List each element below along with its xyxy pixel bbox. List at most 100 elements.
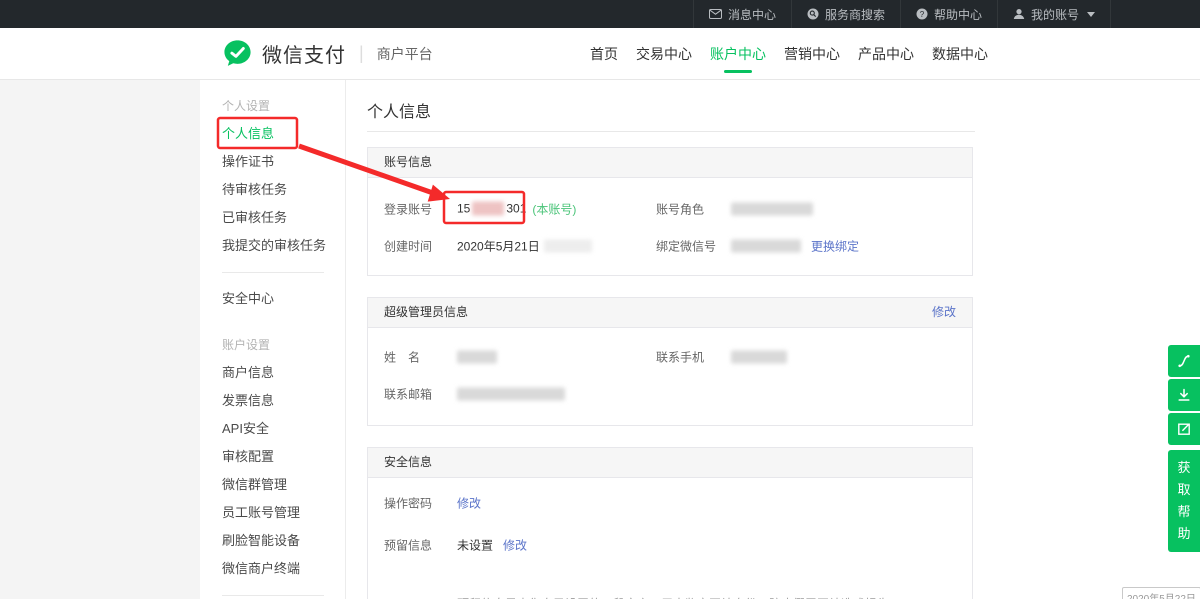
my-account-menu[interactable]: 我的账号 — [997, 0, 1111, 28]
operation-password-row: 操作密码 修改 — [368, 488, 972, 518]
brand-separator: | — [359, 43, 364, 64]
top-utility-bar: 消息中心 服务商搜索 ? 帮助中心 我的账号 — [0, 0, 1200, 28]
sidebar-header-account-settings: 账户设置 — [200, 335, 345, 355]
platform-title: 商户平台 — [377, 44, 433, 64]
chevron-down-icon — [1087, 12, 1095, 17]
change-binding-link[interactable]: 更换绑定 — [811, 237, 859, 254]
user-icon — [1013, 8, 1025, 20]
modify-reserved-info-link[interactable]: 修改 — [503, 537, 527, 554]
feedback-button[interactable] — [1168, 413, 1200, 445]
sidebar-item-pending-review-tasks[interactable]: 待审核任务 — [200, 176, 345, 204]
message-center-label: 消息中心 — [728, 6, 776, 23]
account-role-value — [731, 202, 813, 215]
tab-marketing-center[interactable]: 营销中心 — [784, 28, 840, 80]
service-provider-search-button[interactable]: 服务商搜索 — [791, 0, 900, 28]
sidebar-item-wechat-group-management[interactable]: 微信群管理 — [200, 471, 345, 499]
security-info-card-header: 安全信息 — [368, 448, 972, 478]
redacted-wechat-id — [731, 239, 801, 252]
name-label: 姓 名 — [384, 348, 420, 365]
link-icon — [1176, 353, 1192, 369]
contact-email-label: 联系邮箱 — [384, 385, 432, 402]
admin-email-row: 联系邮箱 — [368, 375, 972, 412]
top-utility-items: 消息中心 服务商搜索 ? 帮助中心 我的账号 — [693, 0, 1111, 28]
get-help-button[interactable]: 获取帮助 — [1168, 450, 1200, 552]
login-account-row: 登录账号 15301 (本账号) 账号角色 — [368, 190, 972, 227]
super-admin-card-header: 超级管理员信息 修改 — [368, 298, 972, 328]
created-time-row: 创建时间 2020年5月21日 绑定微信号 更换绑定 — [368, 227, 972, 264]
operation-password-label: 操作密码 — [384, 495, 432, 512]
help-center-label: 帮助中心 — [934, 6, 982, 23]
wechat-pay-merchant-page: 消息中心 服务商搜索 ? 帮助中心 我的账号 微信支付 — [0, 0, 1200, 599]
super-admin-title: 超级管理员信息 — [384, 298, 468, 327]
sidebar-item-face-smart-device[interactable]: 刷脸智能设备 — [200, 527, 345, 555]
brand-title: 微信支付 — [262, 39, 346, 68]
service-provider-search-label: 服务商搜索 — [825, 6, 885, 23]
svg-text:?: ? — [920, 10, 925, 19]
my-account-label: 我的账号 — [1031, 6, 1079, 23]
redacted-account-role — [731, 202, 813, 215]
redacted-created-time — [544, 239, 592, 252]
wechat-pay-logo[interactable]: 微信支付 | 商户平台 — [222, 38, 433, 69]
sidebar-item-api-security[interactable]: API安全 — [200, 415, 345, 443]
admin-name-row: 姓 名 联系手机 — [368, 338, 972, 375]
edit-icon — [1176, 421, 1192, 437]
redacted-name — [457, 350, 497, 363]
wechat-pay-bubble-icon — [222, 38, 253, 69]
get-help-label: 获取帮助 — [1177, 457, 1191, 545]
help-center-button[interactable]: ? 帮助中心 — [900, 0, 997, 28]
login-account-label: 登录账号 — [384, 200, 432, 217]
page-title: 个人信息 — [367, 98, 431, 122]
tab-home[interactable]: 首页 — [590, 28, 618, 80]
sidebar-item-review-config[interactable]: 审核配置 — [200, 443, 345, 471]
account-info-card-header: 账号信息 — [368, 148, 972, 178]
tab-transaction-center[interactable]: 交易中心 — [636, 28, 692, 80]
account-info-card: 账号信息 登录账号 15301 (本账号) 账号角色 创建时间 2020年5月2… — [367, 147, 973, 276]
quick-link-button[interactable] — [1168, 345, 1200, 377]
tab-data-center[interactable]: 数据中心 — [932, 28, 988, 80]
contact-phone-label: 联系手机 — [656, 348, 704, 365]
question-circle-icon: ? — [916, 8, 928, 20]
contact-email-value — [457, 387, 565, 400]
download-button[interactable] — [1168, 379, 1200, 411]
super-admin-card: 超级管理员信息 修改 姓 名 联系手机 联系邮箱 — [367, 297, 973, 426]
bound-wechat-label: 绑定微信号 — [656, 237, 716, 254]
reserved-info-row: 预留信息 未设置 修改 — [368, 530, 972, 560]
security-info-title: 安全信息 — [384, 448, 432, 477]
floating-help-panel: 获取帮助 — [1168, 345, 1200, 552]
sidebar-item-staff-account-management[interactable]: 员工账号管理 — [200, 499, 345, 527]
sidebar-item-reviewed-tasks[interactable]: 已审核任务 — [200, 204, 345, 232]
tab-account-center[interactable]: 账户中心 — [710, 28, 766, 80]
mail-icon — [709, 9, 722, 19]
sidebar-item-operation-certificate[interactable]: 操作证书 — [200, 148, 345, 176]
sidebar-item-invoice-info[interactable]: 发票信息 — [200, 387, 345, 415]
contact-phone-value — [731, 350, 787, 363]
tab-product-center[interactable]: 产品中心 — [858, 28, 914, 80]
download-icon — [1176, 387, 1192, 403]
left-gutter — [0, 80, 200, 599]
sidebar-item-wechat-merchant-terminal[interactable]: 微信商户终端 — [200, 555, 345, 583]
created-time-label: 创建时间 — [384, 237, 432, 254]
main-nav: 首页 交易中心 账户中心 营销中心 产品中心 数据中心 — [590, 28, 988, 80]
account-role-label: 账号角色 — [656, 200, 704, 217]
created-time-value: 2020年5月21日 — [457, 237, 592, 254]
sidebar-item-merchant-info[interactable]: 商户信息 — [200, 359, 345, 387]
account-info-title: 账号信息 — [384, 148, 432, 177]
sidebar-item-personal-info[interactable]: 个人信息 — [200, 120, 345, 148]
modify-password-link[interactable]: 修改 — [457, 495, 481, 512]
name-value — [457, 350, 497, 363]
sidebar-divider — [222, 272, 324, 273]
message-center-button[interactable]: 消息中心 — [693, 0, 791, 28]
modify-admin-link[interactable]: 修改 — [932, 298, 956, 327]
sidebar-divider — [222, 595, 324, 596]
sidebar-item-my-submitted-review-tasks[interactable]: 我提交的审核任务 — [200, 232, 345, 260]
reserved-info-label: 预留信息 — [384, 537, 432, 554]
main-content: 个人信息 账号信息 登录账号 15301 (本账号) 账号角色 创建时间 — [346, 80, 1200, 599]
search-circle-icon — [807, 8, 819, 20]
sidebar-header-personal-settings: 个人设置 — [200, 96, 345, 116]
site-header: 微信支付 | 商户平台 首页 交易中心 账户中心 营销中心 产品中心 数据中心 — [0, 28, 1200, 80]
sidebar-item-security-center[interactable]: 安全中心 — [200, 285, 345, 313]
sidebar: 个人设置 个人信息 操作证书 待审核任务 已审核任务 我提交的审核任务 安全中心… — [200, 80, 346, 599]
login-account-value: 15301 (本账号) — [457, 200, 576, 217]
reserved-info-value: 未设置 — [457, 537, 493, 554]
bound-wechat-value: 更换绑定 — [731, 237, 859, 254]
